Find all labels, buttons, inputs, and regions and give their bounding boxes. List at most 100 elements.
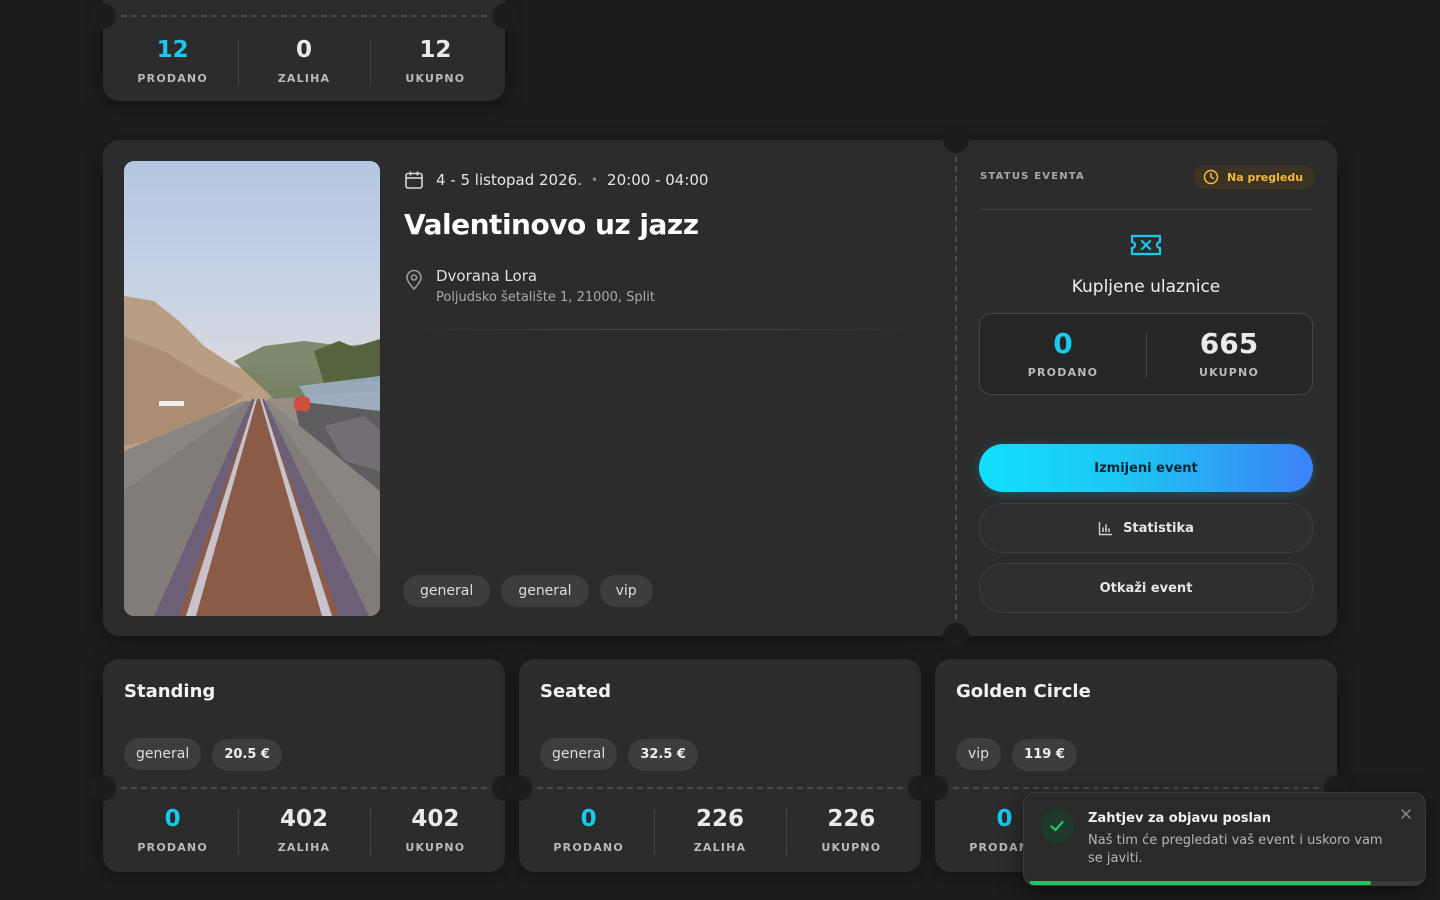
stat-stock: 0 ZALIHA (238, 36, 369, 86)
edit-event-button[interactable]: Izmijeni event (979, 444, 1313, 492)
stat-label: ZALIHA (693, 841, 747, 854)
ticket-notch-left (922, 775, 948, 801)
stat-value: 226 (827, 806, 876, 832)
tickets-title: Kupljene ulaznice (1071, 277, 1221, 297)
stat-label: PRODANO (137, 72, 208, 85)
tier-stats: 0 PRODANO 402 ZALIHA 402 UKUPNO (107, 805, 501, 855)
event-title: Valentinovo uz jazz (404, 208, 699, 241)
ticket-perforation (121, 787, 487, 789)
stat-stock: 402 ZALIHA (238, 805, 369, 855)
stat-value: 402 (411, 806, 460, 832)
stat-sold: 0 PRODANO (523, 805, 654, 854)
stat-value: 402 (279, 806, 328, 832)
tier-title: Golden Circle (956, 681, 1091, 702)
event-date: 4 - 5 listopad 2026. (436, 171, 582, 189)
ticket-perforation (537, 787, 903, 789)
stat-total: 226 UKUPNO (785, 805, 917, 855)
check-icon (1050, 820, 1064, 832)
tag-chip: general (540, 738, 618, 770)
stat-label: PRODANO (553, 841, 624, 854)
stat-sold: 0 PRODANO (107, 805, 238, 854)
clock-icon (1203, 169, 1219, 185)
ticket-tier-card: Seated general 32.5 € 0 PRODANO 226 ZALI… (506, 659, 934, 872)
toast-progress-bar (1030, 881, 1371, 885)
status-heading: STATUS EVENTA (980, 171, 1085, 182)
stat-label: ZALIHA (277, 72, 331, 85)
stat-value: 665 (1199, 327, 1259, 360)
stat-label: UKUPNO (1198, 366, 1259, 379)
ticket-perforation (953, 787, 1319, 789)
ticket-tier-card-partial: 12 PRODANO 0 ZALIHA 12 UKUPNO (90, 0, 518, 101)
price-chip: 119 € (1012, 739, 1077, 771)
tier-chips: general 32.5 € (540, 738, 704, 771)
stat-label: PRODANO (137, 841, 208, 854)
stat-value: 0 (164, 806, 181, 832)
tier-chips: vip 119 € (956, 738, 1083, 771)
cancel-event-label: Otkaži event (1099, 580, 1193, 596)
close-icon (1401, 809, 1411, 819)
price-chip: 32.5 € (628, 739, 698, 771)
stat-value: 0 (1053, 327, 1073, 360)
toast-title: Zahtjev za objavu poslan (1088, 811, 1271, 826)
location-pin-icon (406, 269, 422, 291)
statistics-label: Statistika (1123, 520, 1194, 536)
stat-total: 12 UKUPNO (369, 36, 501, 86)
venue-address: Poljudsko šetalište 1, 21000, Split (436, 290, 656, 305)
stat-label: ZALIHA (277, 841, 331, 854)
bar-chart-icon (1098, 521, 1113, 535)
tag-chip[interactable]: vip (599, 575, 653, 607)
event-card: 4 - 5 listopad 2026. • 20:00 - 04:00 Val… (103, 127, 1337, 649)
tier-stats: 12 PRODANO 0 ZALIHA 12 UKUPNO (107, 36, 501, 86)
event-tags: general general vip (403, 575, 659, 607)
stat-stock: 226 ZALIHA (654, 805, 785, 855)
toast-progress-track (1024, 881, 1425, 885)
toast-notification[interactable]: Zahtjev za objavu poslan Naš tim će preg… (1023, 792, 1426, 886)
tickets-stats-box: 0 PRODANO 665 UKUPNO (979, 313, 1313, 395)
ticket-notch-right (492, 3, 518, 29)
event-time: 20:00 - 04:00 (607, 171, 709, 189)
stat-label: PRODANO (1027, 366, 1099, 379)
calendar-icon (405, 171, 423, 189)
event-image[interactable] (124, 161, 380, 616)
stat-label: UKUPNO (405, 841, 466, 854)
separator-dot: • (590, 173, 599, 187)
price-chip: 20.5 € (212, 739, 282, 771)
stat-value: 12 (419, 37, 452, 63)
tag-chip[interactable]: general (501, 575, 589, 607)
venue-name: Dvorana Lora (436, 267, 538, 285)
railway-photo-icon (124, 296, 380, 616)
event-datetime: 4 - 5 listopad 2026. • 20:00 - 04:00 (404, 170, 708, 190)
statistics-button[interactable]: Statistika (979, 503, 1313, 553)
ticket-perforation (121, 15, 487, 17)
tag-chip: vip (956, 738, 1002, 770)
stat-label: UKUPNO (405, 72, 466, 85)
stat-sold: 0 PRODANO (980, 327, 1146, 380)
stat-value: 0 (295, 37, 312, 63)
ticket-perforation-vertical (955, 156, 957, 620)
ticket-notch-top (943, 127, 969, 153)
tier-title: Seated (540, 681, 612, 702)
tag-chip: general (124, 738, 202, 770)
toast-close-button[interactable] (1397, 805, 1415, 823)
status-badge: Na pregledu (1193, 165, 1316, 189)
stat-value: 226 (695, 806, 744, 832)
tickets-stats: 0 PRODANO 665 UKUPNO (980, 327, 1312, 380)
stat-total: 665 UKUPNO (1146, 328, 1312, 379)
ticket-tier-card: Standing general 20.5 € 0 PRODANO 402 ZA… (90, 659, 518, 872)
ticket-notch-left (90, 775, 116, 801)
stat-sold: 12 PRODANO (107, 36, 238, 85)
edit-event-label: Izmijeni event (1094, 460, 1198, 476)
ticket-icon (1130, 234, 1162, 256)
ticket-notch-left (506, 775, 532, 801)
stat-value: 12 (156, 37, 189, 63)
toast-success-badge (1040, 809, 1074, 843)
ticket-notch-left (90, 3, 116, 29)
tier-title: Standing (124, 681, 216, 702)
toast-message: Naš tim će pregledati vaš event i uskoro… (1088, 833, 1383, 866)
status-badge-label: Na pregledu (1227, 170, 1304, 184)
tier-stats: 0 PRODANO 226 ZALIHA 226 UKUPNO (523, 805, 917, 855)
tag-chip[interactable]: general (403, 575, 491, 607)
cancel-event-button[interactable]: Otkaži event (979, 563, 1313, 613)
stat-label: UKUPNO (821, 841, 882, 854)
stat-total: 402 UKUPNO (369, 805, 501, 855)
